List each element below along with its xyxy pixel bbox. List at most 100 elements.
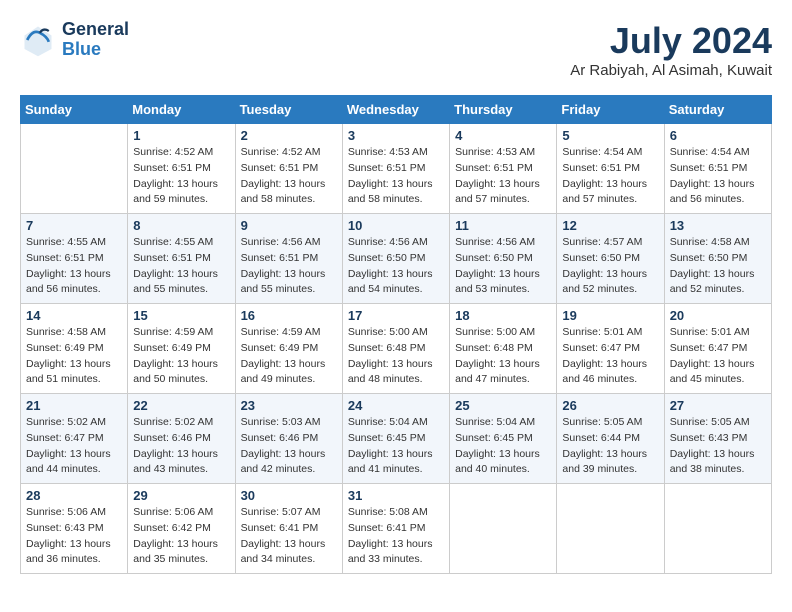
calendar-week-5: 28Sunrise: 5:06 AMSunset: 6:43 PMDayligh… bbox=[21, 484, 772, 574]
day-detail: Sunrise: 4:56 AMSunset: 6:51 PMDaylight:… bbox=[241, 235, 337, 298]
day-number: 11 bbox=[455, 218, 551, 233]
day-detail: Sunrise: 5:05 AMSunset: 6:44 PMDaylight:… bbox=[562, 415, 658, 478]
day-number: 12 bbox=[562, 218, 658, 233]
day-detail: Sunrise: 5:02 AMSunset: 6:47 PMDaylight:… bbox=[26, 415, 122, 478]
calendar-cell bbox=[21, 124, 128, 214]
day-detail: Sunrise: 4:58 AMSunset: 6:50 PMDaylight:… bbox=[670, 235, 766, 298]
day-detail: Sunrise: 5:04 AMSunset: 6:45 PMDaylight:… bbox=[348, 415, 444, 478]
day-detail: Sunrise: 5:00 AMSunset: 6:48 PMDaylight:… bbox=[455, 325, 551, 388]
calendar-cell: 21 Sunrise: 5:02 AMSunset: 6:47 PMDayligh… bbox=[21, 394, 128, 484]
day-detail: Sunrise: 5:08 AMSunset: 6:41 PMDaylight:… bbox=[348, 505, 444, 568]
calendar-cell: 18 Sunrise: 5:00 AMSunset: 6:48 PMDayligh… bbox=[450, 304, 557, 394]
calendar-cell bbox=[557, 484, 664, 574]
day-detail: Sunrise: 5:06 AMSunset: 6:42 PMDaylight:… bbox=[133, 505, 229, 568]
day-number: 18 bbox=[455, 308, 551, 323]
calendar-cell: 24 Sunrise: 5:04 AMSunset: 6:45 PMDayligh… bbox=[342, 394, 449, 484]
calendar-cell: 2 Sunrise: 4:52 AMSunset: 6:51 PMDaylight… bbox=[235, 124, 342, 214]
day-number: 17 bbox=[348, 308, 444, 323]
day-number: 9 bbox=[241, 218, 337, 233]
day-detail: Sunrise: 4:57 AMSunset: 6:50 PMDaylight:… bbox=[562, 235, 658, 298]
day-number: 8 bbox=[133, 218, 229, 233]
day-detail: Sunrise: 4:55 AMSunset: 6:51 PMDaylight:… bbox=[133, 235, 229, 298]
day-detail: Sunrise: 4:59 AMSunset: 6:49 PMDaylight:… bbox=[241, 325, 337, 388]
calendar-week-3: 14Sunrise: 4:58 AMSunset: 6:49 PMDayligh… bbox=[21, 304, 772, 394]
day-detail: Sunrise: 4:53 AMSunset: 6:51 PMDaylight:… bbox=[348, 145, 444, 208]
day-detail: Sunrise: 5:01 AMSunset: 6:47 PMDaylight:… bbox=[670, 325, 766, 388]
day-detail: Sunrise: 4:53 AMSunset: 6:51 PMDaylight:… bbox=[455, 145, 551, 208]
calendar-cell: 22 Sunrise: 5:02 AMSunset: 6:46 PMDayligh… bbox=[128, 394, 235, 484]
day-number: 19 bbox=[562, 308, 658, 323]
calendar-cell: 5 Sunrise: 4:54 AMSunset: 6:51 PMDaylight… bbox=[557, 124, 664, 214]
calendar-week-1: 1 Sunrise: 4:52 AMSunset: 6:51 PMDaylight… bbox=[21, 124, 772, 214]
day-number: 5 bbox=[562, 128, 658, 143]
day-detail: Sunrise: 5:05 AMSunset: 6:43 PMDaylight:… bbox=[670, 415, 766, 478]
day-number: 24 bbox=[348, 398, 444, 413]
day-detail: Sunrise: 5:03 AMSunset: 6:46 PMDaylight:… bbox=[241, 415, 337, 478]
calendar-cell: 3 Sunrise: 4:53 AMSunset: 6:51 PMDaylight… bbox=[342, 124, 449, 214]
calendar-cell: 28Sunrise: 5:06 AMSunset: 6:43 PMDayligh… bbox=[21, 484, 128, 574]
day-number: 7 bbox=[26, 218, 122, 233]
weekday-header-wednesday: Wednesday bbox=[342, 96, 449, 124]
calendar-cell: 14Sunrise: 4:58 AMSunset: 6:49 PMDayligh… bbox=[21, 304, 128, 394]
day-detail: Sunrise: 4:55 AMSunset: 6:51 PMDaylight:… bbox=[26, 235, 122, 298]
calendar-cell bbox=[450, 484, 557, 574]
location: Ar Rabiyah, Al Asimah, Kuwait bbox=[570, 62, 772, 79]
logo: General Blue bbox=[20, 20, 129, 60]
day-detail: Sunrise: 4:59 AMSunset: 6:49 PMDaylight:… bbox=[133, 325, 229, 388]
calendar-cell: 13 Sunrise: 4:58 AMSunset: 6:50 PMDayligh… bbox=[664, 214, 771, 304]
day-number: 15 bbox=[133, 308, 229, 323]
day-detail: Sunrise: 4:52 AMSunset: 6:51 PMDaylight:… bbox=[241, 145, 337, 208]
calendar-table: SundayMondayTuesdayWednesdayThursdayFrid… bbox=[20, 95, 772, 574]
calendar-cell: 19 Sunrise: 5:01 AMSunset: 6:47 PMDayligh… bbox=[557, 304, 664, 394]
calendar-cell: 26Sunrise: 5:05 AMSunset: 6:44 PMDayligh… bbox=[557, 394, 664, 484]
day-detail: Sunrise: 5:01 AMSunset: 6:47 PMDaylight:… bbox=[562, 325, 658, 388]
logo-text: General Blue bbox=[62, 20, 129, 60]
day-detail: Sunrise: 4:58 AMSunset: 6:49 PMDaylight:… bbox=[26, 325, 122, 388]
day-number: 27 bbox=[670, 398, 766, 413]
calendar-week-4: 21 Sunrise: 5:02 AMSunset: 6:47 PMDayligh… bbox=[21, 394, 772, 484]
calendar-cell: 15 Sunrise: 4:59 AMSunset: 6:49 PMDayligh… bbox=[128, 304, 235, 394]
calendar-cell: 9 Sunrise: 4:56 AMSunset: 6:51 PMDaylight… bbox=[235, 214, 342, 304]
weekday-header-saturday: Saturday bbox=[664, 96, 771, 124]
month-title: July 2024 bbox=[570, 20, 772, 62]
weekday-header-thursday: Thursday bbox=[450, 96, 557, 124]
calendar-cell: 10 Sunrise: 4:56 AMSunset: 6:50 PMDayligh… bbox=[342, 214, 449, 304]
calendar-cell: 7 Sunrise: 4:55 AMSunset: 6:51 PMDaylight… bbox=[21, 214, 128, 304]
day-number: 13 bbox=[670, 218, 766, 233]
calendar-cell: 1 Sunrise: 4:52 AMSunset: 6:51 PMDaylight… bbox=[128, 124, 235, 214]
day-number: 4 bbox=[455, 128, 551, 143]
calendar-cell: 30 Sunrise: 5:07 AMSunset: 6:41 PMDayligh… bbox=[235, 484, 342, 574]
day-detail: Sunrise: 5:02 AMSunset: 6:46 PMDaylight:… bbox=[133, 415, 229, 478]
day-number: 10 bbox=[348, 218, 444, 233]
weekday-header-monday: Monday bbox=[128, 96, 235, 124]
day-detail: Sunrise: 4:56 AMSunset: 6:50 PMDaylight:… bbox=[455, 235, 551, 298]
day-detail: Sunrise: 4:52 AMSunset: 6:51 PMDaylight:… bbox=[133, 145, 229, 208]
day-number: 3 bbox=[348, 128, 444, 143]
calendar-cell: 12 Sunrise: 4:57 AMSunset: 6:50 PMDayligh… bbox=[557, 214, 664, 304]
weekday-header-sunday: Sunday bbox=[21, 96, 128, 124]
day-number: 25 bbox=[455, 398, 551, 413]
day-number: 16 bbox=[241, 308, 337, 323]
day-detail: Sunrise: 4:56 AMSunset: 6:50 PMDaylight:… bbox=[348, 235, 444, 298]
day-number: 21 bbox=[26, 398, 122, 413]
day-detail: Sunrise: 5:04 AMSunset: 6:45 PMDaylight:… bbox=[455, 415, 551, 478]
day-detail: Sunrise: 5:06 AMSunset: 6:43 PMDaylight:… bbox=[26, 505, 122, 568]
calendar-cell: 25 Sunrise: 5:04 AMSunset: 6:45 PMDayligh… bbox=[450, 394, 557, 484]
calendar-cell: 20Sunrise: 5:01 AMSunset: 6:47 PMDayligh… bbox=[664, 304, 771, 394]
day-number: 2 bbox=[241, 128, 337, 143]
day-number: 1 bbox=[133, 128, 229, 143]
day-detail: Sunrise: 4:54 AMSunset: 6:51 PMDaylight:… bbox=[562, 145, 658, 208]
weekday-header-row: SundayMondayTuesdayWednesdayThursdayFrid… bbox=[21, 96, 772, 124]
calendar-cell: 27 Sunrise: 5:05 AMSunset: 6:43 PMDayligh… bbox=[664, 394, 771, 484]
day-detail: Sunrise: 5:00 AMSunset: 6:48 PMDaylight:… bbox=[348, 325, 444, 388]
calendar-cell: 16 Sunrise: 4:59 AMSunset: 6:49 PMDayligh… bbox=[235, 304, 342, 394]
day-number: 22 bbox=[133, 398, 229, 413]
page-header: General Blue July 2024 Ar Rabiyah, Al As… bbox=[20, 20, 772, 79]
calendar-cell: 8 Sunrise: 4:55 AMSunset: 6:51 PMDaylight… bbox=[128, 214, 235, 304]
day-detail: Sunrise: 5:07 AMSunset: 6:41 PMDaylight:… bbox=[241, 505, 337, 568]
weekday-header-tuesday: Tuesday bbox=[235, 96, 342, 124]
logo-icon bbox=[20, 22, 56, 58]
day-number: 30 bbox=[241, 488, 337, 503]
calendar-week-2: 7 Sunrise: 4:55 AMSunset: 6:51 PMDaylight… bbox=[21, 214, 772, 304]
day-detail: Sunrise: 4:54 AMSunset: 6:51 PMDaylight:… bbox=[670, 145, 766, 208]
